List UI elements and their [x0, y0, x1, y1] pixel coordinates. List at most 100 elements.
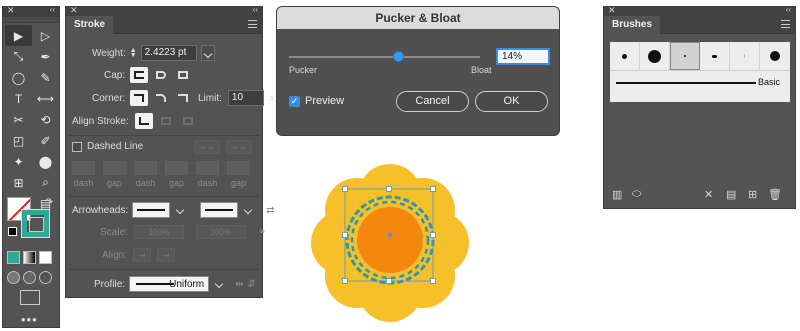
brush-options-icon[interactable]: ▤	[726, 188, 736, 201]
cancel-button[interactable]: Cancel	[396, 91, 469, 112]
brush-swatch[interactable]	[730, 42, 760, 70]
flip-along-icon[interactable]: ⇹	[235, 279, 243, 290]
pen-tool-button[interactable]: ✒	[32, 46, 59, 67]
eyedropper-tool-button[interactable]: ✐	[32, 130, 59, 151]
draw-normal-icon[interactable]	[7, 271, 20, 284]
link-icon[interactable]: ⚭	[258, 227, 266, 238]
weight-input[interactable]: 2.4223 pt	[140, 45, 197, 61]
gap-input-2[interactable]	[165, 161, 188, 175]
selection-tool-button[interactable]: ▶	[5, 25, 32, 46]
arrow-extend-button[interactable]: ⇥	[133, 248, 152, 262]
dash-label: dash	[135, 178, 156, 188]
puppet-warp-tool-button[interactable]: ✦	[5, 151, 32, 172]
tab-brushes[interactable]: Brushes	[604, 16, 661, 34]
tab-stroke[interactable]: Stroke	[66, 16, 114, 34]
draw-inside-icon[interactable]	[39, 271, 52, 284]
projecting-cap-button[interactable]	[174, 67, 192, 83]
artboard-tool-button[interactable]: ⊞	[5, 172, 32, 193]
brush-swatch[interactable]	[700, 42, 730, 70]
brushes-panel: ✕ ‹‹ Brushes Basic ▥ ⬭ ✕ ▤ ⊞ 🗑	[603, 5, 796, 209]
brush-swatch[interactable]	[760, 42, 790, 70]
end-scale-input[interactable]: 100%	[195, 225, 246, 239]
collapse-icon[interactable]: ‹‹	[786, 5, 791, 14]
gradient-mode-button[interactable]	[23, 251, 36, 264]
dash-preserve-button[interactable]: ⌐ ¬	[194, 140, 220, 154]
limit-input[interactable]: 10	[227, 90, 264, 106]
weight-stepper[interactable]: ▲ ▼	[130, 47, 137, 59]
new-brush-icon[interactable]: ⊞	[748, 188, 757, 201]
dash-input-1[interactable]	[72, 161, 95, 175]
artwork-canvas	[305, 158, 475, 328]
rotate-tool-button[interactable]: ⟲	[32, 109, 59, 130]
type-tool-button[interactable]: T	[5, 88, 32, 109]
close-icon[interactable]: ✕	[70, 5, 78, 16]
weight-row: Weight: ▲ ▼ 2.4223 pt	[92, 45, 215, 61]
dash-input-3[interactable]	[196, 161, 219, 175]
flower-center[interactable]	[357, 207, 423, 273]
preview-checkbox[interactable]: ✓	[289, 95, 300, 107]
scale-tool-button[interactable]: ◰	[5, 130, 32, 151]
collapse-icon[interactable]: ‹‹	[253, 5, 258, 14]
brush-swatch[interactable]	[610, 42, 640, 70]
butt-cap-button[interactable]	[130, 67, 148, 83]
align-inside-button[interactable]	[157, 113, 175, 129]
bevel-join-button[interactable]	[174, 90, 192, 106]
panel-menu-icon[interactable]	[781, 20, 790, 28]
amount-slider[interactable]	[289, 51, 480, 62]
dashed-line-checkbox[interactable]	[72, 141, 82, 152]
align-outside-button[interactable]	[179, 113, 197, 129]
curvature-tool-button[interactable]: ⤡	[5, 46, 32, 67]
brush-swatch[interactable]	[670, 42, 700, 70]
weight-dropdown[interactable]	[200, 45, 215, 61]
color-mode-button[interactable]	[7, 251, 20, 264]
basic-brush-row[interactable]: Basic	[610, 70, 790, 102]
gap-input-1[interactable]	[103, 161, 126, 175]
libraries-panel-icon[interactable]: ⬭	[632, 188, 641, 201]
arrowheads-row: Arrowheads: ⇄	[72, 202, 275, 218]
start-scale-value: 100%	[148, 227, 170, 237]
start-scale-input[interactable]: 100%	[133, 225, 184, 239]
direct-selection-tool-button[interactable]: ▷	[32, 25, 59, 46]
round-cap-button[interactable]	[152, 67, 170, 83]
stepper-arrows-icon[interactable]: ▲ ▼	[130, 47, 137, 59]
miter-join-button[interactable]	[130, 90, 148, 106]
chevron-down-icon[interactable]	[174, 202, 188, 218]
blend-tool-button[interactable]: ⬤	[32, 151, 59, 172]
profile-select[interactable]: Uniform	[129, 276, 210, 292]
swap-arrowheads-icon[interactable]: ⇄	[266, 205, 274, 216]
zoom-tool-button[interactable]: ⌕	[32, 172, 59, 193]
default-fill-stroke-icon[interactable]	[8, 227, 17, 236]
scissors-tool-button[interactable]: ✂	[5, 109, 32, 130]
delete-brush-icon[interactable]: 🗑	[768, 188, 782, 201]
amount-input[interactable]: 14%	[496, 48, 550, 65]
stroke-swatch[interactable]	[21, 209, 50, 238]
flip-across-icon[interactable]: ⇵	[248, 279, 256, 290]
brush-swatch[interactable]	[640, 42, 670, 70]
chevron-down-icon[interactable]	[213, 276, 227, 292]
gap-input-3[interactable]	[227, 161, 250, 175]
draw-behind-icon[interactable]	[23, 271, 36, 284]
end-arrowhead-select[interactable]	[200, 202, 239, 218]
brush-library-icon[interactable]: ▥	[612, 188, 622, 201]
close-icon[interactable]: ✕	[608, 5, 616, 16]
screen-mode-icon[interactable]	[20, 290, 40, 305]
dash-align-corners-button[interactable]: ⌐ ¬	[226, 140, 252, 154]
start-arrowhead-select[interactable]	[132, 202, 171, 218]
slider-thumb[interactable]	[392, 51, 404, 62]
more-tools-icon[interactable]: •••	[21, 312, 38, 327]
pencil-tool-button[interactable]: ✎	[32, 67, 59, 88]
chevron-down-icon[interactable]	[242, 202, 256, 218]
remove-brush-stroke-icon[interactable]: ✕	[704, 188, 713, 201]
round-join-button[interactable]	[152, 90, 170, 106]
reflect-tool-button[interactable]: ⟷	[32, 88, 59, 109]
ok-button[interactable]: OK	[475, 91, 548, 112]
swap-fill-stroke-icon[interactable]: ↷	[45, 197, 53, 208]
panel-menu-icon[interactable]	[248, 20, 257, 28]
align-center-button[interactable]	[134, 113, 153, 129]
dash-input-2[interactable]	[134, 161, 157, 175]
arrow-place-button[interactable]: ⇥	[157, 248, 176, 262]
none-mode-button[interactable]	[39, 251, 52, 264]
collapse-icon[interactable]: ‹‹	[50, 5, 55, 14]
close-icon[interactable]: ✕	[7, 5, 15, 16]
ellipse-tool-button[interactable]: ◯	[5, 67, 32, 88]
